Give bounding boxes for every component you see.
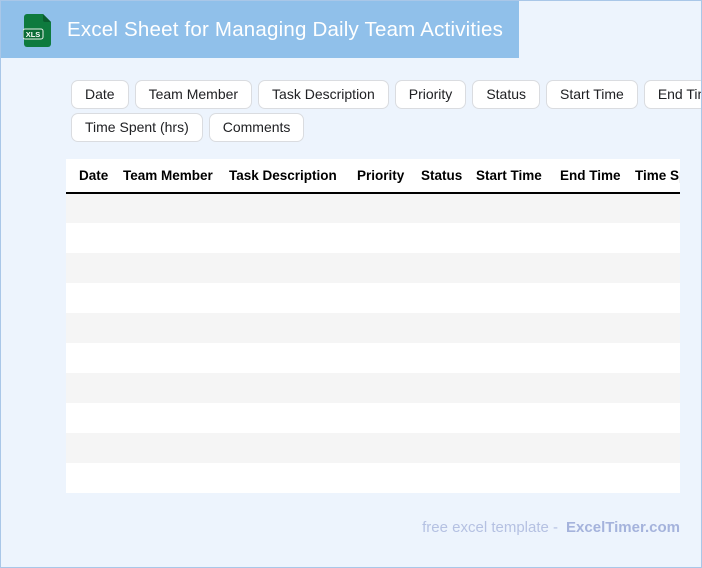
- column-chip-list: Date Team Member Task Description Priori…: [71, 80, 701, 142]
- table-row: [66, 433, 680, 463]
- table-row: [66, 283, 680, 313]
- empty-cell: [66, 403, 680, 433]
- xls-file-icon: XLS: [22, 12, 53, 48]
- col-header-team-member: Team Member: [123, 159, 229, 194]
- empty-cell: [66, 223, 680, 253]
- page-title: Excel Sheet for Managing Daily Team Acti…: [67, 17, 504, 41]
- col-header-priority: Priority: [357, 159, 421, 194]
- activities-table: Date Team Member Task Description Priori…: [66, 159, 680, 493]
- empty-cell: [66, 373, 680, 403]
- chip-comments[interactable]: Comments: [208, 113, 305, 142]
- table-row: [66, 313, 680, 343]
- empty-cell: [66, 313, 680, 343]
- col-header-date: Date: [66, 159, 123, 194]
- table-row: [66, 343, 680, 373]
- table-row: [66, 193, 680, 223]
- chip-start-time[interactable]: Start Time: [546, 80, 638, 109]
- table-row: [66, 253, 680, 283]
- col-header-task-description: Task Description: [229, 159, 357, 194]
- chip-status[interactable]: Status: [472, 80, 541, 109]
- empty-cell: [66, 463, 680, 493]
- empty-cell: [66, 193, 680, 223]
- table-body: [66, 193, 680, 493]
- chip-row-2: Time Spent (hrs) Comments: [71, 113, 701, 142]
- chip-time-spent[interactable]: Time Spent (hrs): [71, 113, 203, 142]
- chip-task-description[interactable]: Task Description: [258, 80, 389, 109]
- table-row: [66, 373, 680, 403]
- table-row: [66, 403, 680, 433]
- empty-cell: [66, 343, 680, 373]
- footer-brand-link[interactable]: ExcelTimer.com: [566, 519, 680, 536]
- empty-cell: [66, 433, 680, 463]
- spreadsheet-preview: Date Team Member Task Description Priori…: [66, 159, 680, 493]
- chip-team-member[interactable]: Team Member: [134, 80, 253, 109]
- table-header-row: Date Team Member Task Description Priori…: [66, 159, 680, 194]
- footer-credit: free excel template - ExcelTimer.com: [422, 519, 680, 536]
- page: XLS Excel Sheet for Managing Daily Team …: [0, 0, 702, 568]
- footer-text: free excel template -: [422, 519, 559, 536]
- empty-cell: [66, 283, 680, 313]
- col-header-start-time: Start Time: [476, 159, 560, 194]
- empty-cell: [66, 253, 680, 283]
- chip-end-time[interactable]: End Time: [643, 80, 701, 109]
- chip-row-1: Date Team Member Task Description Priori…: [71, 80, 701, 109]
- svg-text:XLS: XLS: [26, 29, 41, 38]
- col-header-time-spent: Time Spent (hrs): [635, 159, 680, 194]
- chip-date[interactable]: Date: [71, 80, 129, 109]
- title-bar: XLS Excel Sheet for Managing Daily Team …: [1, 1, 519, 58]
- col-header-status: Status: [421, 159, 476, 194]
- col-header-end-time: End Time: [560, 159, 635, 194]
- table-header: Date Team Member Task Description Priori…: [66, 159, 680, 194]
- table-row: [66, 223, 680, 253]
- table-row: [66, 463, 680, 493]
- chip-priority[interactable]: Priority: [394, 80, 467, 109]
